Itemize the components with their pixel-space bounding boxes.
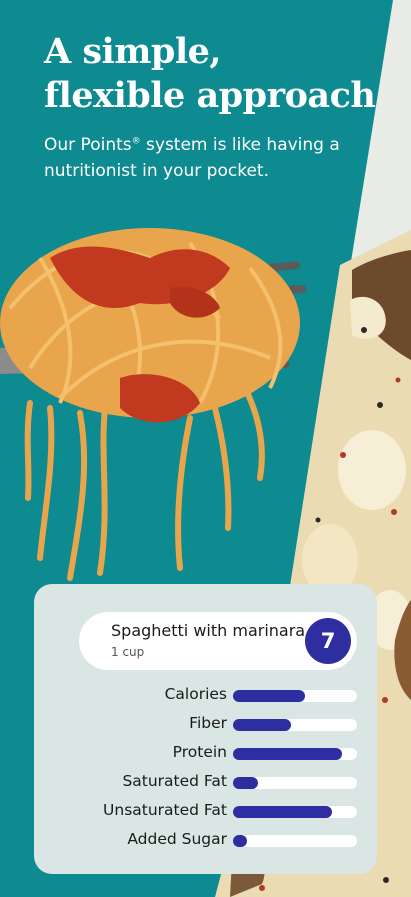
- nutrient-bar-fill: [233, 748, 343, 760]
- food-name: Spaghetti with marinara: [111, 621, 306, 640]
- page-title: A simple, flexible approach: [44, 30, 404, 118]
- nutrient-bar-fill: [233, 719, 292, 731]
- spaghetti-fork-image: [0, 228, 307, 581]
- food-portion: 1 cup: [111, 645, 145, 659]
- nutrient-label: Unsaturated Fat: [103, 801, 227, 819]
- nutrient-bar-track: [233, 835, 357, 847]
- nutrient-bar-fill: [233, 777, 258, 789]
- nutrient-bar-track: [233, 777, 357, 789]
- nutrient-bar-fill: [233, 806, 333, 818]
- nutrient-row: Saturated Fat: [34, 771, 377, 800]
- nutrient-bar-fill: [233, 835, 247, 847]
- nutrient-bar-track: [233, 690, 357, 702]
- nutrient-row: Calories: [34, 684, 377, 713]
- nutrient-row: Fiber: [34, 713, 377, 742]
- nutrient-bar-track: [233, 806, 357, 818]
- nutrient-label: Calories: [164, 685, 227, 703]
- registered-mark: ®: [131, 136, 141, 147]
- nutrient-row: Unsaturated Fat: [34, 800, 377, 829]
- nutrient-bar-fill: [233, 690, 305, 702]
- food-item[interactable]: Spaghetti with marinara 1 cup 7: [79, 612, 357, 670]
- nutrient-label: Added Sugar: [127, 830, 227, 848]
- nutrient-row: Added Sugar: [34, 829, 377, 858]
- subtitle-text-start: Our Points: [44, 135, 132, 155]
- nutrient-label: Saturated Fat: [122, 772, 227, 790]
- nutrient-label: Protein: [172, 743, 227, 761]
- nutrient-label: Fiber: [189, 714, 227, 732]
- nutrient-bar-track: [233, 719, 357, 731]
- title-line-2: flexible approach: [44, 75, 376, 116]
- nutrient-bar-track: [233, 748, 357, 760]
- nutrient-list: Calories Fiber Protein Saturated Fat Unsatur…: [34, 684, 377, 858]
- title-line-1: A simple,: [44, 31, 222, 72]
- subtitle: Our Points® system is like having a nutr…: [44, 132, 364, 184]
- food-nutrition-card: Spaghetti with marinara 1 cup 7 Calories…: [34, 584, 377, 874]
- nutrient-row: Protein: [34, 742, 377, 771]
- points-badge: 7: [305, 618, 351, 664]
